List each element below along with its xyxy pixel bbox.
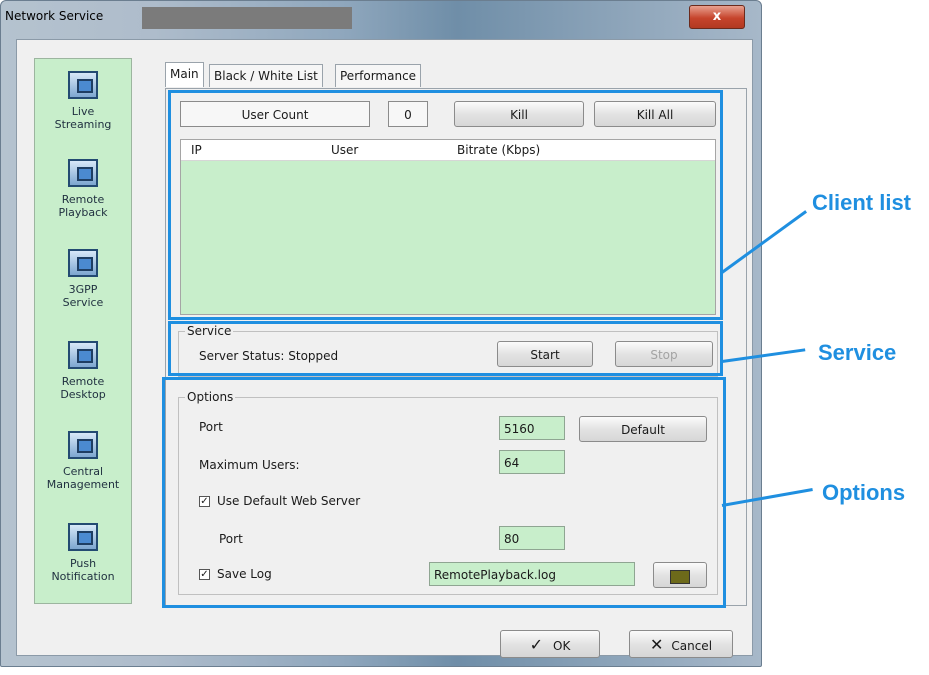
tab-performance[interactable]: Performance: [335, 64, 422, 87]
sidebar-item-label: Central Management: [46, 465, 120, 491]
cancel-button-label: Cancel: [671, 639, 713, 653]
sidebar-item-label: Push Notification: [51, 557, 115, 583]
client-list-callout: Client list: [812, 190, 912, 215]
sidebar-item-3gpp-service[interactable]: 3GPP Service: [35, 249, 131, 309]
sidebar-item-label: 3GPP Service: [62, 283, 104, 309]
remote-desktop-icon: [68, 341, 98, 369]
close-button[interactable]: x: [689, 5, 745, 29]
sidebar-item-label: Live Streaming: [54, 105, 112, 131]
sidebar-item-remote-desktop[interactable]: Remote Desktop: [35, 341, 131, 401]
central-management-icon: [68, 431, 98, 459]
sidebar-item-label: Remote Desktop: [60, 375, 106, 401]
tab-black-white-list[interactable]: Black / White List: [209, 64, 323, 87]
sidebar-item-remote-playback[interactable]: Remote Playback: [35, 159, 131, 219]
ok-button[interactable]: ✓ OK: [500, 630, 600, 658]
dialog-client-area: Live Streaming Remote Playback 3GPP Serv…: [16, 39, 753, 658]
options-highlight: [162, 377, 726, 608]
tab-main[interactable]: Main: [165, 62, 204, 87]
sidebar-item-label: Remote Playback: [58, 193, 108, 219]
playback-icon: [68, 159, 98, 187]
checkmark-icon: ✓: [529, 635, 544, 654]
push-notification-icon: [68, 523, 98, 551]
sidebar-item-central-management[interactable]: Central Management: [35, 431, 131, 491]
window-title: Network Service: [5, 9, 104, 23]
ok-button-label: OK: [553, 639, 571, 653]
sidebar: Live Streaming Remote Playback 3GPP Serv…: [34, 58, 132, 604]
phone-icon: [68, 249, 98, 277]
sidebar-item-push-notification[interactable]: Push Notification: [35, 523, 131, 583]
title-bar-redaction: [142, 7, 352, 29]
sidebar-item-live-streaming[interactable]: Live Streaming: [35, 71, 131, 131]
x-icon: ✕: [649, 635, 664, 654]
cancel-button[interactable]: ✕ Cancel: [629, 630, 733, 658]
service-highlight: [168, 321, 723, 376]
monitor-icon: [68, 71, 98, 99]
service-callout: Service: [818, 340, 897, 365]
dialog-window: Network Service x Live Streaming Remote …: [0, 0, 762, 667]
options-callout: Options: [822, 480, 906, 505]
client-list-highlight: [168, 90, 723, 320]
